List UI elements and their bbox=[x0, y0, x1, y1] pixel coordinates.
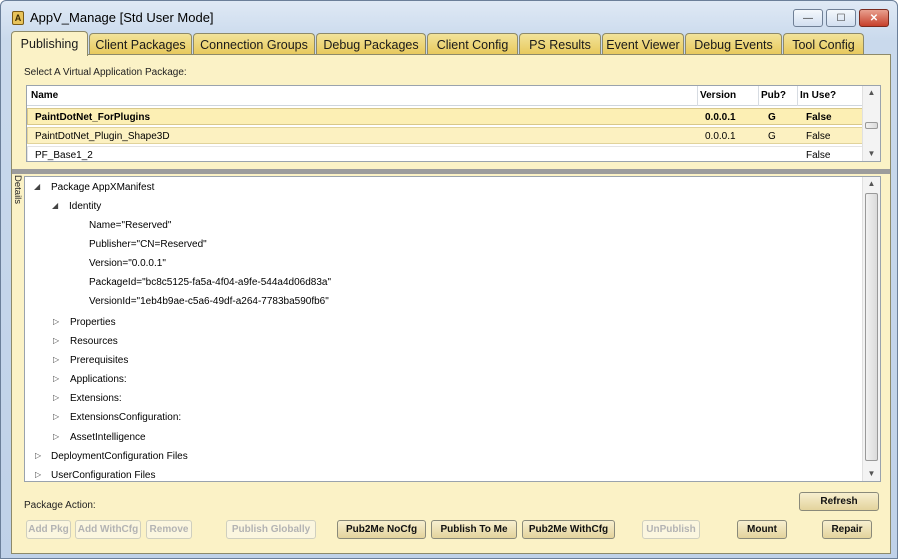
scroll-down-icon[interactable]: ▼ bbox=[863, 467, 880, 481]
collapsed-icon[interactable]: ▷ bbox=[53, 355, 59, 364]
publish-to-me-button[interactable]: Publish To Me bbox=[431, 520, 517, 539]
tab-debug-events[interactable]: Debug Events bbox=[685, 33, 782, 55]
row-version: 0.0.0.1 bbox=[705, 131, 736, 142]
expanded-icon[interactable]: ◢ bbox=[52, 201, 58, 210]
column-version[interactable]: Version bbox=[700, 90, 736, 101]
row-pub: G bbox=[768, 131, 776, 142]
publish-globally-button[interactable]: Publish Globally bbox=[226, 520, 316, 539]
tree-node-extensions[interactable]: Extensions: bbox=[70, 393, 122, 404]
package-row[interactable]: PaintDotNet_ForPlugins 0.0.0.1 G False bbox=[27, 108, 863, 125]
column-in-use[interactable]: In Use? bbox=[800, 90, 836, 101]
package-row[interactable]: PaintDotNet_Plugin_Shape3D 0.0.0.1 G Fal… bbox=[27, 127, 863, 144]
scroll-down-icon[interactable]: ▼ bbox=[863, 147, 880, 161]
remove-button[interactable]: Remove bbox=[146, 520, 192, 539]
add-withcfg-button[interactable]: Add WithCfg bbox=[75, 520, 141, 539]
panel-splitter[interactable] bbox=[12, 169, 890, 174]
app-window: A AppV_Manage [Std User Mode] — ☐ ✕ Publ… bbox=[0, 0, 898, 559]
row-version: 0.0.0.1 bbox=[705, 112, 736, 123]
package-action-label: Package Action: bbox=[24, 500, 96, 511]
unpublish-button[interactable]: UnPublish bbox=[642, 520, 700, 539]
tree-node-resources[interactable]: Resources bbox=[70, 336, 118, 347]
tree-node-attr[interactable]: Version="0.0.0.1" bbox=[89, 258, 166, 269]
row-name: PF_Base1_2 bbox=[35, 150, 93, 161]
row-name: PaintDotNet_Plugin_Shape3D bbox=[35, 131, 170, 142]
tab-event-viewer[interactable]: Event Viewer bbox=[602, 33, 684, 55]
grid-header: Name Version Pub? In Use? bbox=[27, 86, 863, 106]
details-side-tab[interactable]: Details bbox=[12, 175, 23, 217]
app-icon: A bbox=[12, 11, 24, 25]
tree-node-attr[interactable]: Name="Reserved" bbox=[89, 220, 171, 231]
scroll-up-icon[interactable]: ▲ bbox=[863, 86, 880, 100]
refresh-button[interactable]: Refresh bbox=[799, 492, 879, 511]
collapsed-icon[interactable]: ▷ bbox=[35, 470, 41, 479]
tab-client-config[interactable]: Client Config bbox=[427, 33, 518, 55]
tree-node-identity[interactable]: Identity bbox=[69, 201, 101, 212]
title-bar[interactable]: A AppV_Manage [Std User Mode] — ☐ ✕ bbox=[1, 1, 897, 33]
publishing-panel: Select A Virtual Application Package: Na… bbox=[11, 54, 891, 554]
repair-button[interactable]: Repair bbox=[822, 520, 872, 539]
grid-scrollbar[interactable]: ▲ ▼ bbox=[862, 86, 880, 161]
tab-ps-results[interactable]: PS Results bbox=[519, 33, 601, 55]
scroll-up-icon[interactable]: ▲ bbox=[863, 177, 880, 191]
collapsed-icon[interactable]: ▷ bbox=[35, 451, 41, 460]
column-pub[interactable]: Pub? bbox=[761, 90, 786, 101]
tree-node-applications[interactable]: Applications: bbox=[70, 374, 127, 385]
tree-scrollbar[interactable]: ▲ ▼ bbox=[862, 177, 880, 481]
collapsed-icon[interactable]: ▷ bbox=[53, 317, 59, 326]
select-package-label: Select A Virtual Application Package: bbox=[24, 67, 187, 78]
pub2me-withcfg-button[interactable]: Pub2Me WithCfg bbox=[522, 520, 615, 539]
pub2me-nocfg-button[interactable]: Pub2Me NoCfg bbox=[337, 520, 426, 539]
maximize-button[interactable]: ☐ bbox=[826, 9, 856, 27]
column-name[interactable]: Name bbox=[31, 90, 58, 101]
column-separator bbox=[697, 86, 698, 106]
expanded-icon[interactable]: ◢ bbox=[34, 182, 40, 191]
tree-node-attr[interactable]: VersionId="1eb4b9ae-c5a6-49df-a264-7783b… bbox=[89, 296, 329, 307]
row-name: PaintDotNet_ForPlugins bbox=[35, 112, 151, 123]
mount-button[interactable]: Mount bbox=[737, 520, 787, 539]
row-in-use: False bbox=[806, 112, 832, 123]
tree-node-extensions-configuration[interactable]: ExtensionsConfiguration: bbox=[70, 412, 181, 423]
tab-tool-config[interactable]: Tool Config bbox=[783, 33, 864, 55]
collapsed-icon[interactable]: ▷ bbox=[53, 412, 59, 421]
close-button[interactable]: ✕ bbox=[859, 9, 889, 27]
tree-node-user-config[interactable]: UserConfiguration Files bbox=[51, 470, 156, 481]
column-separator bbox=[758, 86, 759, 106]
tree-node-attr[interactable]: PackageId="bc8c5125-fa5a-4f04-a9fe-544a4… bbox=[89, 277, 331, 288]
collapsed-icon[interactable]: ▷ bbox=[53, 336, 59, 345]
tab-strip: Publishing Client Packages Connection Gr… bbox=[11, 31, 891, 56]
tab-client-packages[interactable]: Client Packages bbox=[89, 33, 192, 55]
window-title: AppV_Manage [Std User Mode] bbox=[30, 10, 214, 25]
add-pkg-button[interactable]: Add Pkg bbox=[26, 520, 71, 539]
row-pub: G bbox=[768, 112, 776, 123]
tree-node-deployment-config[interactable]: DeploymentConfiguration Files bbox=[51, 451, 188, 462]
scroll-thumb[interactable] bbox=[865, 122, 878, 129]
collapsed-icon[interactable]: ▷ bbox=[53, 393, 59, 402]
tree-node-root[interactable]: Package AppXManifest bbox=[51, 182, 154, 193]
manifest-tree[interactable]: ◢ Package AppXManifest ◢ Identity Name="… bbox=[24, 176, 881, 482]
package-row[interactable]: PF_Base1_2 False bbox=[27, 146, 863, 161]
collapsed-icon[interactable]: ▷ bbox=[53, 432, 59, 441]
tab-connection-groups[interactable]: Connection Groups bbox=[193, 33, 315, 55]
row-in-use: False bbox=[806, 131, 831, 142]
tree-node-prerequisites[interactable]: Prerequisites bbox=[70, 355, 128, 366]
row-in-use: False bbox=[806, 150, 831, 161]
tree-node-properties[interactable]: Properties bbox=[70, 317, 116, 328]
package-grid[interactable]: Name Version Pub? In Use? PaintDotNet_Fo… bbox=[26, 85, 881, 162]
tree-node-asset-intelligence[interactable]: AssetIntelligence bbox=[70, 432, 146, 443]
minimize-button[interactable]: — bbox=[793, 9, 823, 27]
tab-debug-packages[interactable]: Debug Packages bbox=[316, 33, 426, 55]
column-separator bbox=[797, 86, 798, 106]
tab-publishing[interactable]: Publishing bbox=[11, 31, 88, 56]
collapsed-icon[interactable]: ▷ bbox=[53, 374, 59, 383]
scroll-thumb[interactable] bbox=[865, 193, 878, 461]
tree-node-attr[interactable]: Publisher="CN=Reserved" bbox=[89, 239, 207, 250]
